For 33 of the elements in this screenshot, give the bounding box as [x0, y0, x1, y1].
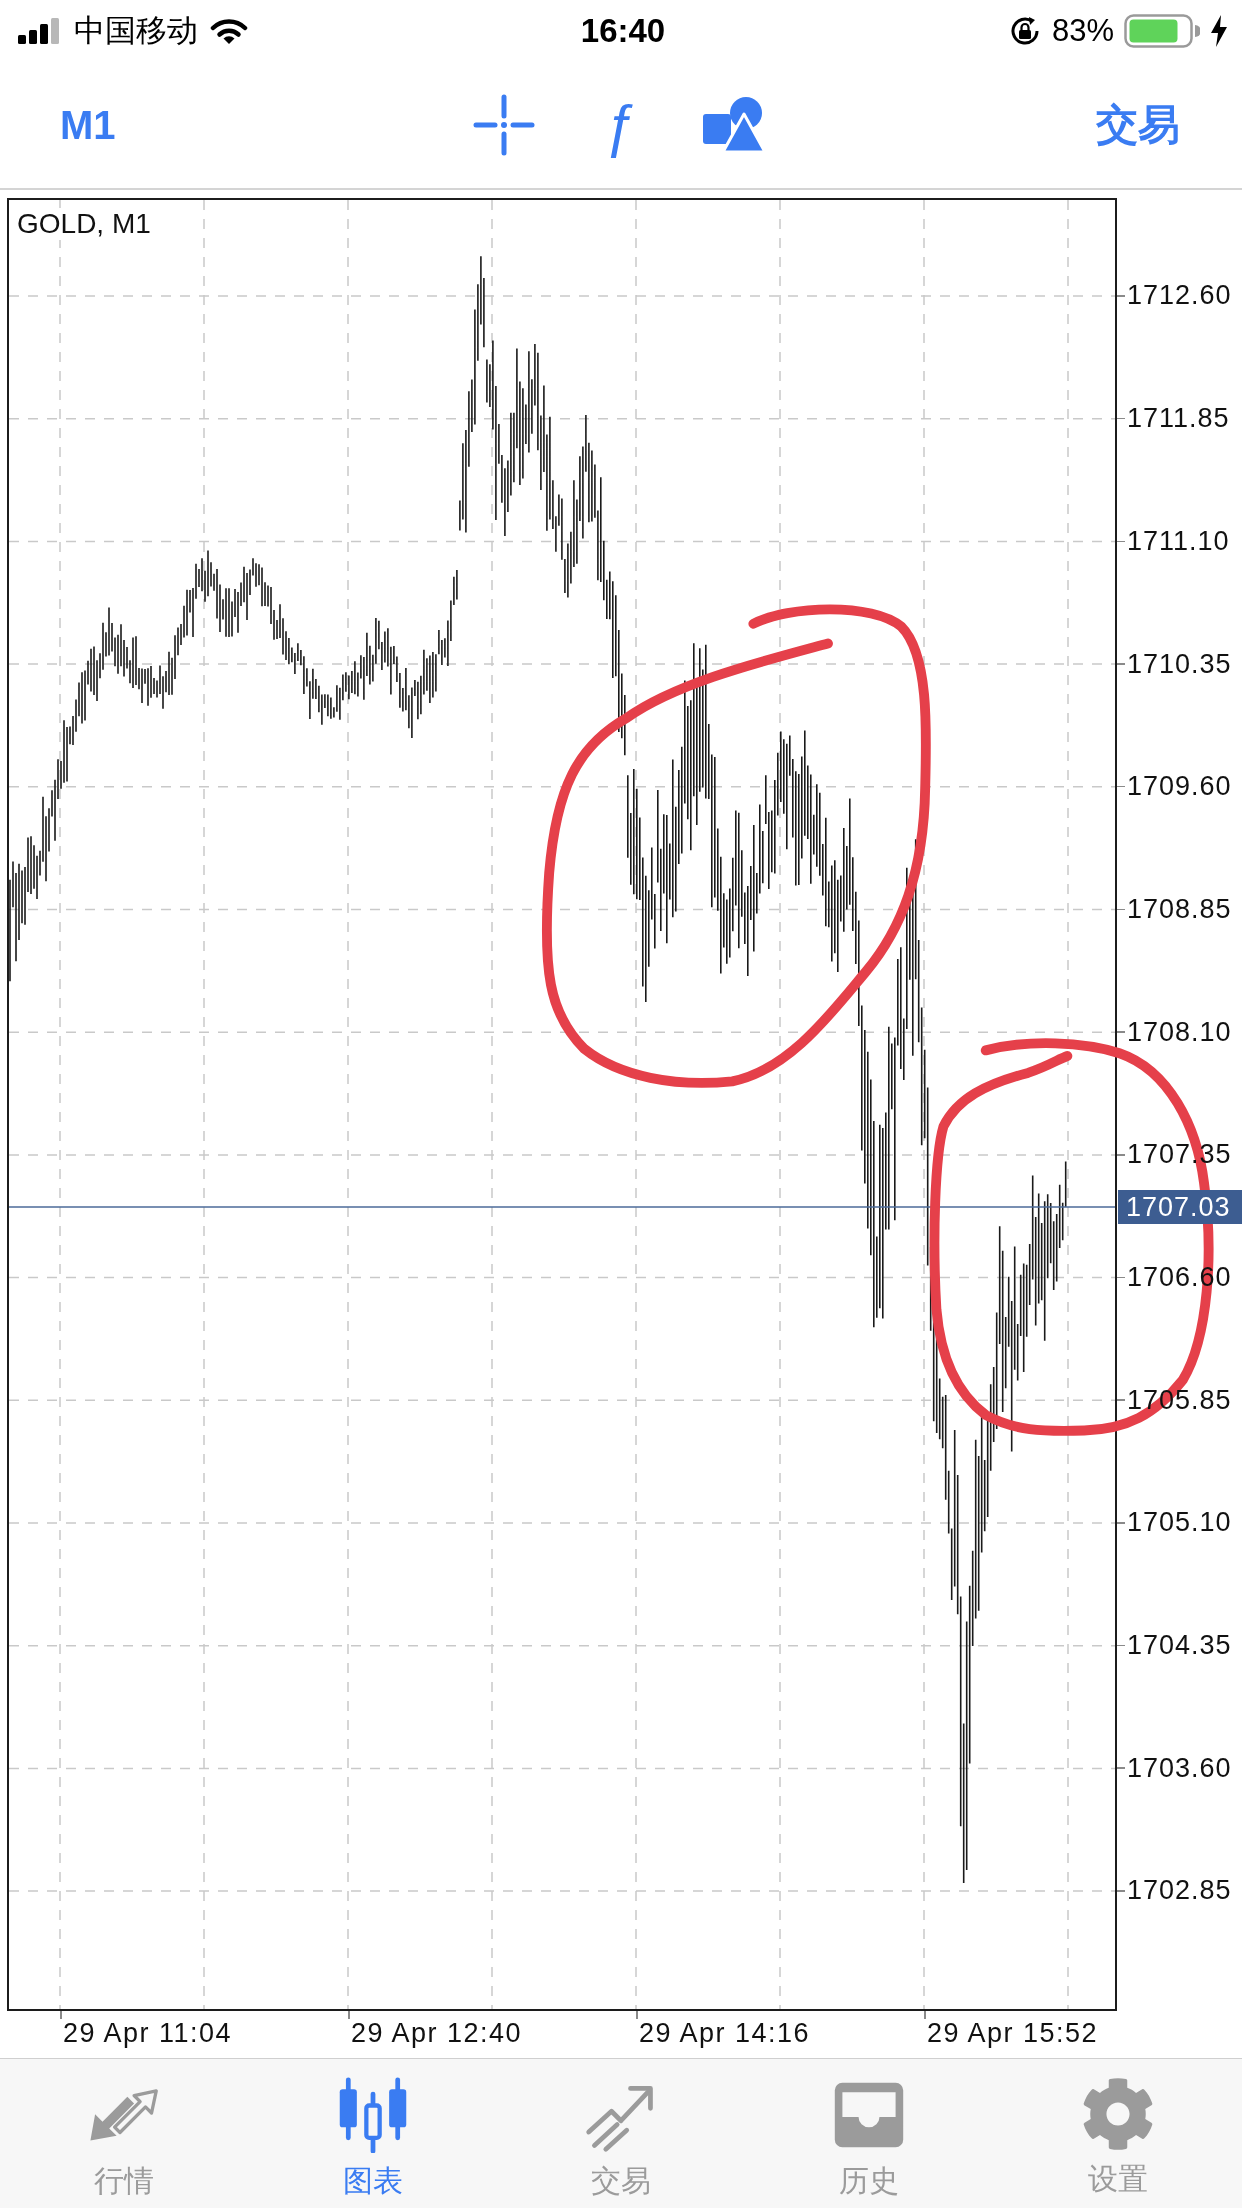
- price-label: 1712.60: [1127, 280, 1232, 312]
- price-label: 1704.35: [1127, 1630, 1232, 1661]
- tab-item[interactable]: 行情: [86, 2059, 163, 2202]
- tab-item[interactable]: 交易: [583, 2059, 659, 2202]
- price-label: 1710.35: [1127, 648, 1232, 680]
- timeframe-button[interactable]: M1: [58, 99, 118, 151]
- carrier-name: 中国移动: [74, 12, 198, 50]
- price-label: 1702.85: [1127, 1875, 1232, 1907]
- wifi-icon: [210, 17, 248, 45]
- charging-icon: [1210, 15, 1228, 47]
- time-label: 29 Apr 14:16: [639, 2018, 811, 2049]
- crosshair-icon[interactable]: [472, 94, 535, 156]
- time-label: 29 Apr 12:40: [351, 2018, 523, 2049]
- function-button[interactable]: ƒ: [600, 89, 638, 161]
- tab-item[interactable]: 图表: [334, 2059, 411, 2202]
- tab-item[interactable]: 设置: [1080, 2059, 1155, 2200]
- tab-item[interactable]: 历史: [831, 2059, 908, 2202]
- current-price-label: 1707.03: [1118, 1190, 1242, 1224]
- chart-symbol-label: GOLD, M1: [17, 208, 151, 240]
- price-label: 1703.60: [1127, 1752, 1232, 1784]
- price-label: 1711.85: [1127, 403, 1230, 435]
- price-label: 1708.10: [1127, 1016, 1232, 1048]
- time-label: 29 Apr 15:52: [927, 2018, 1099, 2049]
- signal-icon: [18, 18, 62, 44]
- time-label: 29 Apr 11:04: [63, 2018, 233, 2049]
- price-label: 1705.10: [1127, 1507, 1232, 1539]
- status-time: 16:40: [580, 12, 666, 50]
- price-label: 1708.85: [1127, 893, 1232, 925]
- trade-button[interactable]: 交易: [1094, 97, 1182, 153]
- battery-percentage: 83%: [1051, 13, 1114, 49]
- price-label: 1711.10: [1127, 525, 1230, 557]
- battery-icon: [1124, 14, 1200, 48]
- price-label: 1709.60: [1127, 771, 1232, 803]
